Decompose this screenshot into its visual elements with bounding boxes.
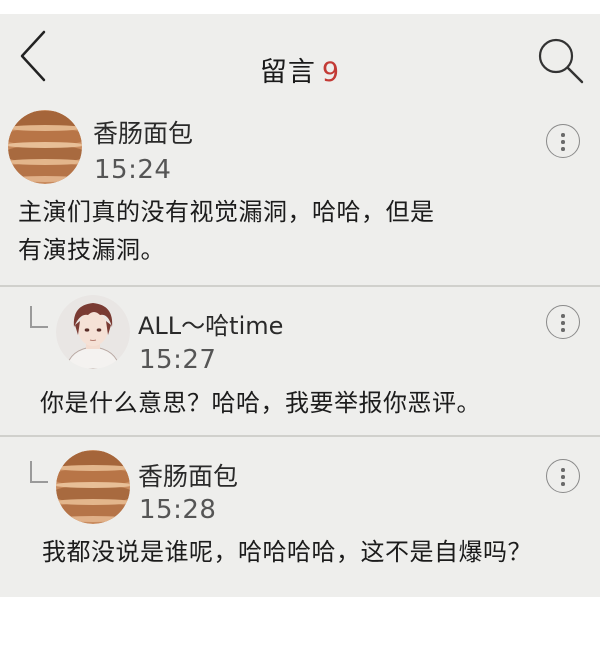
more-options-button[interactable] bbox=[546, 124, 580, 158]
username[interactable]: ALL～哈time bbox=[138, 306, 283, 341]
more-dot bbox=[561, 314, 565, 318]
avatar[interactable] bbox=[8, 110, 82, 184]
more-dot bbox=[561, 482, 565, 486]
username[interactable]: 香肠面包 bbox=[93, 114, 193, 150]
timestamp: 15:24 bbox=[94, 155, 172, 185]
username[interactable]: 香肠面包 bbox=[138, 457, 238, 493]
more-dot bbox=[561, 133, 565, 137]
title-text: 留言 bbox=[259, 57, 316, 88]
timestamp: 15:28 bbox=[139, 495, 217, 525]
comment-line: 你是什么意思？哈哈，我要举报你恶评。 bbox=[40, 389, 481, 417]
avatar[interactable] bbox=[56, 295, 130, 369]
divider bbox=[0, 285, 600, 287]
timestamp: 15:27 bbox=[139, 345, 217, 375]
reply-indicator-icon bbox=[30, 461, 48, 483]
comment-line: 有演技漏洞。 bbox=[18, 236, 165, 264]
more-dot bbox=[561, 140, 565, 144]
search-icon[interactable] bbox=[534, 36, 586, 88]
comment-text: 我都没说是谁呢，哈哈哈哈，这不是自爆吗？ bbox=[42, 533, 532, 571]
more-dot bbox=[561, 321, 565, 325]
more-dot bbox=[561, 328, 565, 332]
page-title: 留言 9 bbox=[0, 50, 600, 89]
reply-indicator-icon bbox=[30, 306, 48, 328]
more-dot bbox=[561, 475, 565, 479]
comment-count: 9 bbox=[321, 57, 341, 88]
more-dot bbox=[561, 468, 565, 472]
comment-text: 你是什么意思？哈哈，我要举报你恶评。 bbox=[40, 384, 481, 422]
more-options-button[interactable] bbox=[546, 305, 580, 339]
more-dot bbox=[561, 147, 565, 151]
comment-text: 主演们真的没有视觉漏洞，哈哈，但是 有演技漏洞。 bbox=[18, 193, 435, 269]
comment-line: 主演们真的没有视觉漏洞，哈哈，但是 bbox=[18, 198, 435, 226]
avatar[interactable] bbox=[56, 450, 130, 524]
divider bbox=[0, 435, 600, 437]
comment-line: 我都没说是谁呢，哈哈哈哈，这不是自爆吗？ bbox=[42, 538, 532, 566]
more-options-button[interactable] bbox=[546, 459, 580, 493]
